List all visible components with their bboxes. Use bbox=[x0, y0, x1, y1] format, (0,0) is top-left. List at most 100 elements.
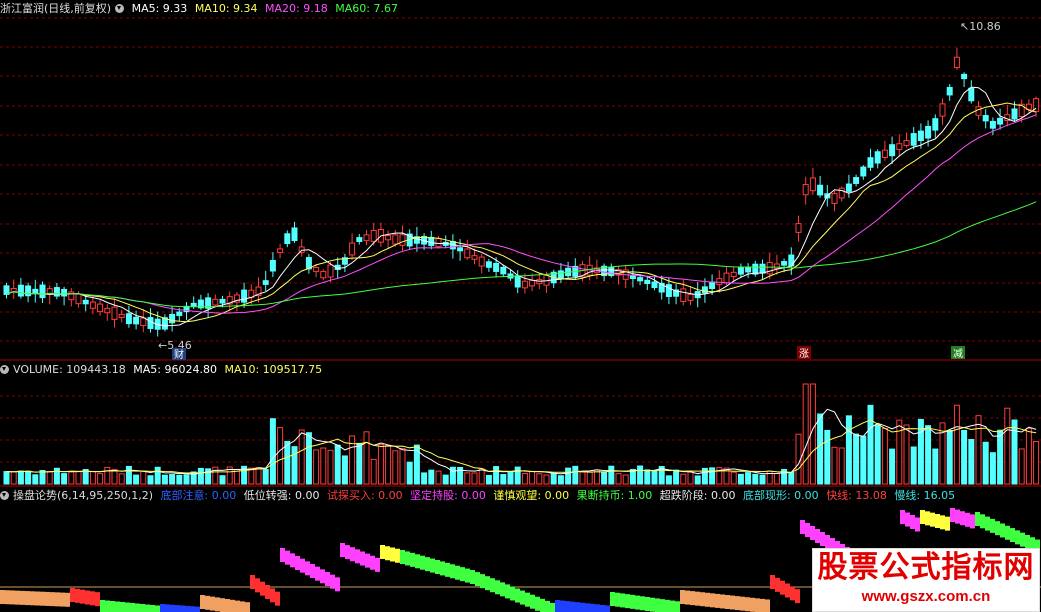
indicator-step bbox=[320, 569, 325, 584]
indicator-step bbox=[295, 556, 300, 570]
ma60-line bbox=[6, 201, 1037, 308]
indicator-step bbox=[785, 583, 790, 598]
volume-bar bbox=[61, 473, 68, 485]
volume-bar bbox=[766, 470, 773, 485]
indicator-step bbox=[560, 600, 565, 612]
volume-bar bbox=[356, 442, 363, 485]
candle-body bbox=[838, 187, 845, 199]
indicator-step bbox=[220, 598, 225, 612]
ma10-line bbox=[6, 102, 1037, 323]
volume-bar bbox=[687, 471, 694, 485]
candle-body bbox=[773, 263, 780, 269]
volume-bar bbox=[421, 472, 428, 485]
volume-bar bbox=[176, 474, 183, 485]
indicator-step bbox=[920, 510, 925, 524]
indicator-step bbox=[630, 594, 635, 609]
indicator-step bbox=[415, 554, 420, 569]
indicator-step bbox=[580, 602, 585, 612]
candle-body bbox=[723, 272, 730, 284]
indicator-step bbox=[95, 592, 100, 607]
volume-bar bbox=[140, 470, 147, 485]
volume-bar bbox=[752, 473, 759, 485]
volume-bar bbox=[25, 470, 32, 485]
indicator-step bbox=[90, 591, 95, 606]
indicator-step bbox=[200, 595, 205, 609]
volume-bar bbox=[133, 474, 140, 485]
candle-body bbox=[759, 263, 766, 274]
indicator-step bbox=[410, 552, 415, 567]
indicator-step bbox=[85, 590, 90, 605]
indicator-step bbox=[720, 594, 725, 609]
indicator-step bbox=[945, 516, 950, 531]
candle-body bbox=[903, 140, 910, 146]
candle-body bbox=[982, 114, 989, 122]
candle-body bbox=[320, 270, 327, 279]
volume-bar bbox=[197, 467, 204, 485]
indicator-step bbox=[25, 591, 30, 606]
candle-body bbox=[521, 280, 528, 289]
volume-bar bbox=[975, 415, 982, 485]
kline-chart[interactable]: ↖10.86 ←5.46 财 涨 减 bbox=[0, 0, 1041, 612]
candle-body bbox=[665, 284, 672, 297]
candle-body bbox=[939, 103, 946, 117]
volume-bar bbox=[3, 471, 10, 485]
indicator-step bbox=[750, 597, 755, 612]
indicator-step bbox=[190, 606, 195, 612]
candle-body bbox=[687, 293, 694, 301]
indicator-step bbox=[695, 591, 700, 606]
indicator-step bbox=[450, 564, 455, 579]
indicator-step bbox=[1005, 525, 1010, 540]
volume-bar bbox=[881, 428, 888, 485]
indicator-step bbox=[230, 599, 235, 612]
candle-body bbox=[17, 284, 24, 297]
volume-bar bbox=[874, 424, 881, 485]
indicator-step bbox=[495, 580, 500, 595]
candle-body bbox=[881, 149, 888, 158]
candle-body bbox=[284, 233, 291, 245]
indicator-step bbox=[360, 551, 365, 566]
indicator-step bbox=[635, 595, 640, 610]
indicator-step bbox=[765, 599, 770, 612]
volume-bar bbox=[277, 427, 284, 485]
indicator-step bbox=[15, 590, 20, 605]
indicator-step bbox=[670, 600, 675, 612]
indicator-step bbox=[500, 582, 505, 597]
indicator-step bbox=[950, 508, 955, 522]
indicator-step bbox=[0, 590, 5, 604]
volume-bar bbox=[1018, 448, 1025, 485]
indicator-step bbox=[520, 590, 525, 605]
indicator-step bbox=[550, 602, 555, 612]
cai-marker: 财 bbox=[174, 348, 184, 361]
volume-bar bbox=[536, 473, 543, 485]
indicator-step bbox=[685, 590, 690, 605]
volume-bar bbox=[385, 445, 392, 485]
volume-bar bbox=[428, 469, 435, 485]
candle-body bbox=[889, 144, 896, 157]
volume-bar bbox=[788, 471, 795, 485]
indicator-step bbox=[350, 547, 355, 562]
indicator-step bbox=[420, 555, 425, 570]
candle-body bbox=[212, 298, 219, 306]
volume-bar bbox=[305, 432, 312, 485]
volume-bar bbox=[665, 475, 672, 485]
indicator-step bbox=[170, 604, 175, 612]
candle-body bbox=[471, 255, 478, 260]
volume-bar bbox=[169, 474, 176, 485]
moving-average-lines bbox=[6, 86, 1037, 475]
volume-ma10-line bbox=[6, 419, 1037, 474]
indicator-step bbox=[900, 510, 905, 524]
indicator-step bbox=[540, 598, 545, 612]
indicator-step bbox=[1010, 528, 1015, 543]
candle-body bbox=[961, 73, 968, 80]
candle-body bbox=[190, 302, 197, 307]
indicator-step bbox=[265, 585, 270, 599]
indicator-step bbox=[45, 591, 50, 606]
indicator-step bbox=[475, 572, 480, 587]
indicator-step bbox=[375, 557, 380, 572]
indicator-step bbox=[1000, 523, 1005, 538]
candle-body bbox=[147, 317, 154, 329]
indicator-step bbox=[5, 590, 10, 605]
indicator-step bbox=[955, 509, 960, 524]
volume-bar bbox=[478, 468, 485, 485]
indicator-step bbox=[915, 517, 920, 532]
